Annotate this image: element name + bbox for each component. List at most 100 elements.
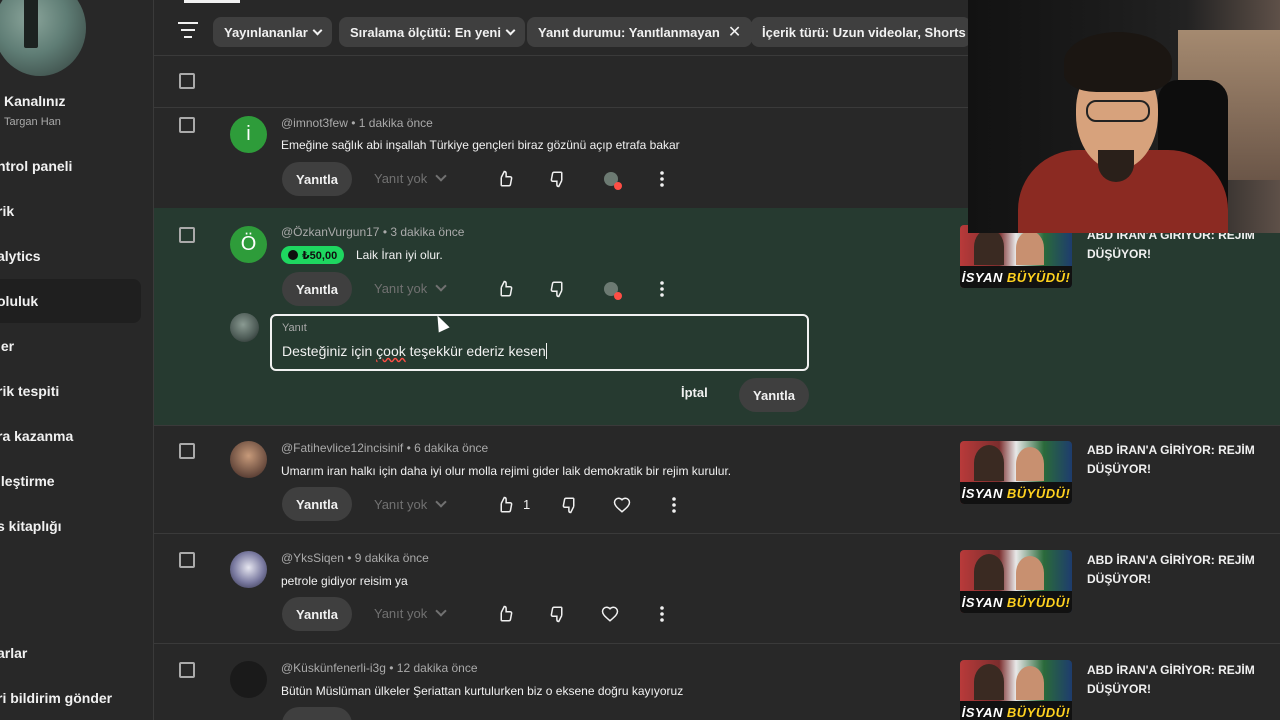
video-thumbnail[interactable]: İSYAN BÜYÜDÜ! [960, 550, 1072, 613]
video-thumbnail[interactable]: İSYAN BÜYÜDÜ! [960, 441, 1072, 504]
reply-button[interactable] [282, 707, 352, 720]
filter-chip-reply-status[interactable]: Yanıt durumu: Yanıtlanmayan ✕ [527, 17, 753, 47]
sidebar-item-subtitles[interactable]: ler [0, 324, 141, 368]
replies-label: Yanıt yok [374, 606, 428, 621]
commenter-avatar[interactable] [230, 661, 267, 698]
sidebar-item-community[interactable]: oluluk [0, 279, 141, 323]
video-title[interactable]: ABD İRAN'A GİRİYOR: REJİM DÜŞÜYOR! [1087, 551, 1257, 589]
like-icon[interactable] [494, 168, 516, 190]
heart-icon[interactable] [599, 603, 621, 625]
thumbnail-highlight: BÜYÜDÜ! [1006, 594, 1071, 610]
dislike-icon[interactable] [547, 278, 569, 300]
more-options-icon[interactable] [663, 494, 685, 516]
creator-heart-icon[interactable] [600, 168, 622, 190]
commenter-avatar[interactable]: Ö [230, 226, 267, 263]
text-caret [545, 343, 547, 359]
reply-button[interactable]: Yanıtla [282, 162, 352, 196]
commenter-avatar[interactable] [230, 441, 267, 478]
commenter-avatar[interactable]: i [230, 116, 267, 153]
like-icon[interactable] [494, 603, 516, 625]
reply-button[interactable]: Yanıtla [282, 597, 352, 631]
sidebar: Kanalınız Targan Han ntrol paneli rik al… [0, 0, 154, 720]
commenter-avatar[interactable] [230, 551, 267, 588]
thumbnail-text: İSYAN [961, 594, 1003, 610]
replies-label: Yanıt yok [374, 171, 428, 186]
reply-text-part: teşekkür ederiz kesen [405, 343, 546, 359]
more-options-icon[interactable] [651, 168, 673, 190]
chip-label: İçerik türü: Uzun videolar, Shorts vi [762, 24, 971, 40]
thumbnail-highlight: BÜYÜDÜ! [1006, 704, 1071, 720]
sidebar-item-settings[interactable]: arlar [0, 631, 141, 675]
reply-input-label: Yanıt [282, 322, 307, 334]
video-title[interactable]: ABD İRAN'A GİRİYOR: REJİM DÜŞÜYOR! [1087, 661, 1257, 699]
comment-meta: @Küskünfenerli-i3g • 12 dakika önce [281, 661, 478, 675]
video-thumbnail[interactable]: İSYAN BÜYÜDÜ! [960, 660, 1072, 720]
select-all-checkbox[interactable] [179, 73, 195, 89]
replies-toggle[interactable]: Yanıt yok [374, 170, 447, 186]
comment-author[interactable]: @imnot3few [281, 116, 348, 130]
video-title[interactable]: ABD İRAN'A GİRİYOR: REJİM DÜŞÜYOR! [1087, 441, 1257, 479]
cancel-button[interactable]: İptal [681, 385, 708, 400]
dislike-icon[interactable] [547, 603, 569, 625]
more-options-icon[interactable] [651, 603, 673, 625]
video-thumbnail[interactable]: İSYAN BÜYÜDÜ! [960, 225, 1072, 288]
sidebar-item-earn[interactable]: ra kazanma [0, 414, 141, 458]
replies-toggle[interactable]: Yanıt yok [374, 280, 447, 296]
filter-chip-published[interactable]: Yayınlananlar [213, 17, 332, 47]
tab-indicator [184, 0, 240, 3]
comment-time[interactable]: 12 dakika önce [397, 661, 478, 675]
sidebar-item-customization[interactable]: lleştirme [0, 459, 141, 503]
comment-checkbox[interactable] [179, 552, 195, 568]
misspelled-word[interactable]: çook [376, 343, 406, 359]
filter-icon[interactable] [178, 22, 198, 40]
close-icon[interactable]: ✕ [728, 22, 741, 42]
comment-author[interactable]: @YksSiqen [281, 551, 344, 565]
sidebar-item-audio-library[interactable]: s kitaplığı [0, 504, 141, 548]
sidebar-item-label: ler [0, 338, 15, 354]
sidebar-item-copyright[interactable]: rik tespiti [0, 369, 141, 413]
comment-time[interactable]: 9 dakika önce [355, 551, 429, 565]
filter-chip-sort[interactable]: Sıralama ölçütü: En yeni [339, 17, 525, 47]
more-options-icon[interactable] [651, 278, 673, 300]
reply-button[interactable]: Yanıtla [282, 487, 352, 521]
reply-input[interactable]: Yanıt Desteğiniz için çook teşekkür eder… [270, 314, 809, 371]
comment-author[interactable]: @Fatihevlice12incisinif [281, 441, 403, 455]
dislike-icon[interactable] [559, 494, 581, 516]
submit-reply-button[interactable]: Yanıtla [739, 378, 809, 412]
replies-toggle[interactable]: Yanıt yok [374, 496, 447, 512]
like-icon[interactable] [494, 494, 516, 516]
comment-time[interactable]: 6 dakika önce [414, 441, 488, 455]
reply-button[interactable]: Yanıtla [282, 272, 352, 306]
sidebar-item-send-feedback[interactable]: ri bildirim gönder [0, 676, 141, 720]
comment-time[interactable]: 3 dakika önce [390, 225, 464, 239]
comment-author[interactable]: @Küskünfenerli-i3g [281, 661, 386, 675]
reply-text-part: Desteğiniz için [282, 343, 377, 359]
comment-checkbox[interactable] [179, 227, 195, 243]
filter-chip-content-type[interactable]: İçerik türü: Uzun videolar, Shorts vi [751, 17, 971, 47]
sidebar-item-label: rik [0, 203, 15, 219]
sidebar-item-label: oluluk [0, 293, 39, 309]
divider [154, 425, 1280, 426]
channel-avatar[interactable] [0, 0, 86, 76]
like-icon[interactable] [494, 278, 516, 300]
comment-meta: @YksSiqen • 9 dakika önce [281, 551, 429, 565]
comment-checkbox[interactable] [179, 117, 195, 133]
comment-checkbox[interactable] [179, 662, 195, 678]
chevron-down-icon [435, 605, 447, 617]
dislike-icon[interactable] [547, 168, 569, 190]
comment-checkbox[interactable] [179, 443, 195, 459]
creator-heart-icon[interactable] [600, 278, 622, 300]
super-thanks-badge: ₺50,00 [281, 246, 345, 264]
sidebar-item-content[interactable]: rik [0, 189, 141, 233]
comment-time[interactable]: 1 dakika önce [359, 116, 433, 130]
comment-author[interactable]: @ÖzkanVurgun17 [281, 225, 379, 239]
sidebar-item-dashboard[interactable]: ntrol paneli [0, 144, 141, 188]
sidebar-item-analytics[interactable]: alytics [0, 234, 141, 278]
webcam-overlay [968, 0, 1280, 233]
divider [154, 533, 1280, 534]
replies-toggle[interactable]: Yanıt yok [374, 605, 447, 621]
chip-label: Yayınlananlar [224, 24, 308, 40]
reply-input-value[interactable]: Desteğiniz için çook teşekkür ederiz kes… [282, 343, 547, 359]
heart-icon[interactable] [611, 494, 633, 516]
comment-text: Emeğine sağlık abi inşallah Türkiye genç… [281, 138, 680, 152]
